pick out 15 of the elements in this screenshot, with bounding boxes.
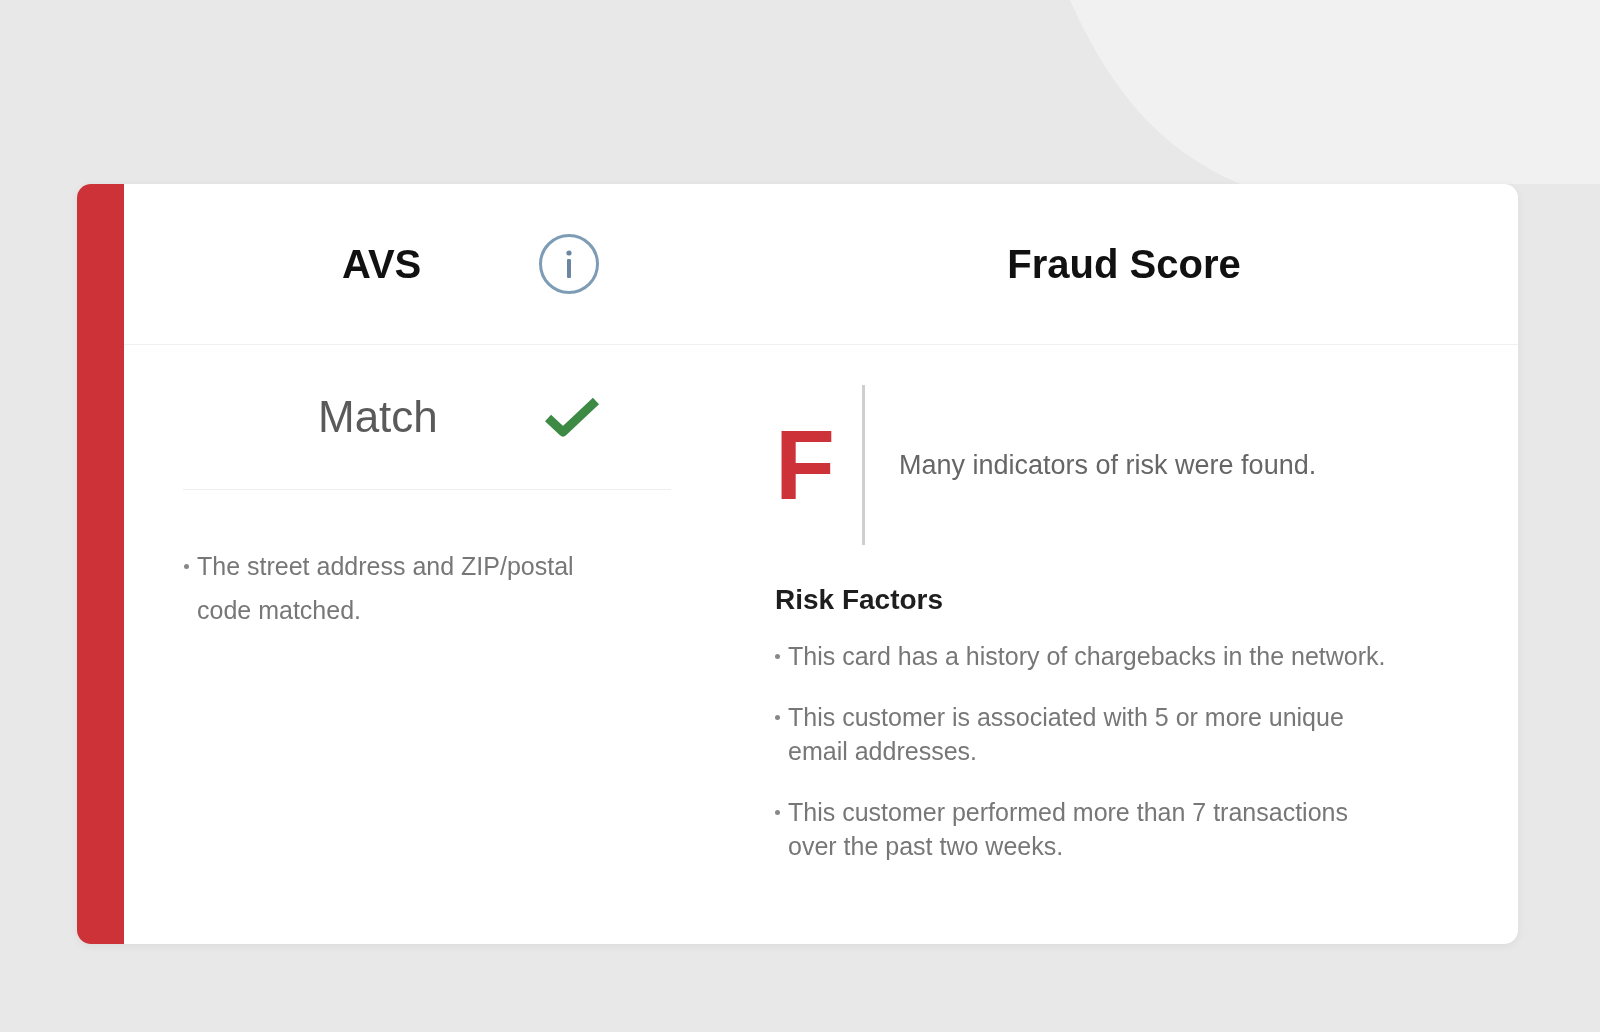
bullet-text: The street address and ZIP/postal code matched.: [197, 551, 575, 626]
risk-factors-heading: Risk Factors: [775, 583, 944, 617]
bullet-text: This card has a history of chargebacks in the network.: [788, 641, 1386, 672]
bullet-icon: [775, 654, 780, 659]
avs-result: Match: [318, 395, 438, 439]
bullet-icon: [775, 810, 780, 815]
section-title: AVS: [342, 244, 422, 284]
bullet-icon: [184, 564, 189, 569]
info-icon[interactable]: [538, 233, 601, 295]
section-title: Fraud Score: [1007, 244, 1241, 284]
fraud-summary: Many indicators of risk were found.: [899, 451, 1317, 479]
bullet-text: This customer performed more than 7 transactions over the past two weeks.: [788, 797, 1349, 862]
fraud-grade: F: [775, 416, 836, 514]
bullet-icon: [775, 715, 780, 720]
bullet-text: This customer is associated with 5 or more unique email addresses.: [788, 702, 1345, 767]
